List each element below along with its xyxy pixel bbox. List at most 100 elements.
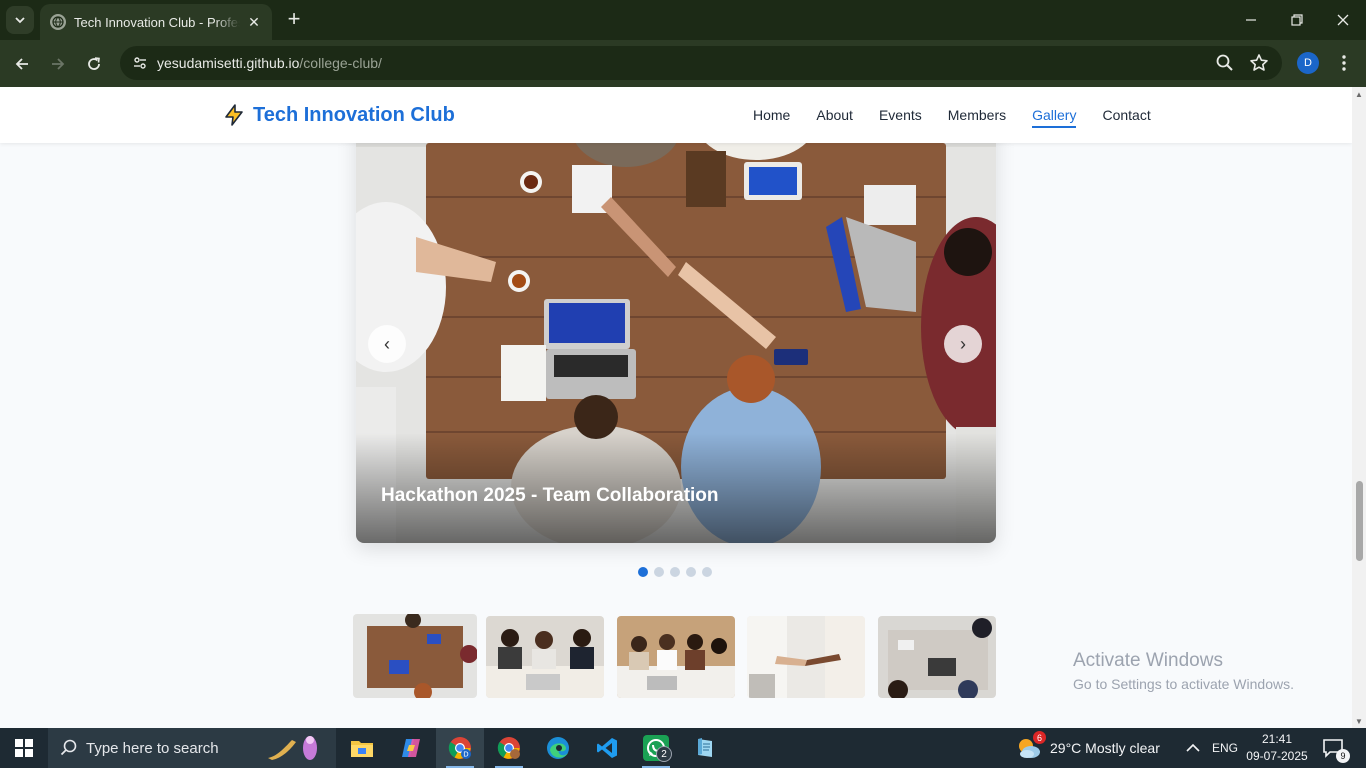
- carousel-dot[interactable]: [638, 567, 648, 577]
- taskbar-edge[interactable]: [534, 728, 582, 768]
- lightning-bolt-icon: [225, 104, 243, 126]
- zoom-icon[interactable]: [1214, 52, 1236, 74]
- browser-tab-strip: Tech Innovation Club - Professional ✕ +: [0, 0, 1366, 40]
- forward-button[interactable]: [44, 50, 72, 78]
- site-logo[interactable]: Tech Innovation Club: [222, 103, 455, 127]
- page-viewport: Tech Innovation Club Home About Events M…: [0, 87, 1352, 728]
- gallery-carousel: Hackathon 2025 - Team Collaboration ‹ ›: [356, 87, 996, 543]
- arrow-left-icon: [15, 58, 28, 70]
- carousel-caption: Hackathon 2025 - Team Collaboration: [356, 433, 996, 543]
- page-scrollbar[interactable]: ▲ ▼: [1352, 87, 1366, 728]
- site-navbar: Tech Innovation Club Home About Events M…: [0, 87, 1352, 143]
- arrow-right-icon: [52, 58, 65, 70]
- nav-contact[interactable]: Contact: [1102, 107, 1150, 123]
- weather-alert-badge: 6: [1033, 731, 1046, 744]
- nav-members[interactable]: Members: [948, 107, 1006, 123]
- new-tab-button[interactable]: +: [282, 8, 306, 32]
- copilot-icon: [402, 739, 420, 757]
- taskbar-vscode[interactable]: [583, 728, 631, 768]
- taskbar-copilot[interactable]: [387, 728, 435, 768]
- carousel-dot[interactable]: [702, 567, 712, 577]
- svg-text:D: D: [463, 751, 468, 759]
- taskbar-whatsapp[interactable]: 2: [632, 728, 680, 768]
- gallery-thumbnail[interactable]: [486, 616, 604, 698]
- windows-taskbar: Type here to search D 2 6 29°C Mostly cl…: [0, 728, 1366, 768]
- chrome-icon: [497, 737, 520, 759]
- reload-button[interactable]: [80, 50, 108, 78]
- carousel-indicators: [638, 567, 718, 577]
- nav-about[interactable]: About: [816, 107, 853, 123]
- windows-logo-icon: [15, 739, 33, 757]
- nav-gallery[interactable]: Gallery: [1032, 107, 1077, 128]
- weather-icon: 6: [1016, 731, 1046, 761]
- taskbar-clock[interactable]: 21:41 09-07-2025: [1240, 731, 1314, 765]
- address-bar[interactable]: yesudamisetti.github.io/college-club/: [120, 46, 1282, 80]
- activate-windows-watermark: Activate Windows Go to Settings to activ…: [1073, 650, 1294, 692]
- more-menu-icon[interactable]: [1334, 52, 1354, 74]
- nav-events[interactable]: Events: [879, 107, 922, 123]
- watermark-title: Activate Windows: [1073, 650, 1223, 671]
- taskbar-notes-app[interactable]: [681, 728, 729, 768]
- globe-icon: [50, 14, 66, 30]
- carousel-dot[interactable]: [686, 567, 696, 577]
- back-button[interactable]: [8, 50, 36, 78]
- restore-icon: [1291, 14, 1303, 26]
- carousel-next-button[interactable]: ›: [944, 325, 982, 363]
- folder-icon: [351, 741, 373, 757]
- url-text: yesudamisetti.github.io/college-club/: [157, 55, 382, 71]
- vscode-icon: [597, 738, 617, 758]
- taskbar-weather[interactable]: 6 29°C Mostly clear: [1016, 728, 1160, 768]
- site-info-icon[interactable]: [128, 51, 152, 75]
- nav-home[interactable]: Home: [753, 107, 790, 123]
- gallery-thumbnail[interactable]: [747, 616, 865, 698]
- gallery-thumbnail[interactable]: [617, 616, 735, 698]
- chevron-down-icon: [15, 17, 25, 24]
- browser-toolbar: yesudamisetti.github.io/college-club/ D: [0, 40, 1366, 87]
- nav-links: Home About Events Members Gallery Contac…: [740, 87, 1164, 143]
- whatsapp-unread-badge: 2: [656, 746, 672, 762]
- logo-text: Tech Innovation Club: [253, 103, 455, 126]
- start-button[interactable]: [0, 728, 48, 768]
- edge-icon: [547, 737, 569, 759]
- clock-time: 21:41: [1261, 732, 1293, 746]
- chrome-icon: D: [448, 737, 471, 759]
- search-highlight-decoration: [268, 736, 317, 760]
- scroll-down-icon[interactable]: ▼: [1355, 718, 1363, 726]
- notepad-icon: [698, 738, 712, 757]
- restore-button[interactable]: [1274, 0, 1320, 40]
- chevron-up-icon: [1186, 743, 1200, 752]
- language-indicator[interactable]: ENG: [1212, 728, 1238, 768]
- taskbar-chrome-active[interactable]: D: [436, 728, 484, 768]
- profile-avatar[interactable]: D: [1297, 52, 1319, 74]
- notification-center-button[interactable]: 9: [1322, 738, 1350, 763]
- taskbar-search-box[interactable]: Type here to search: [48, 728, 336, 768]
- close-icon: [1337, 14, 1349, 26]
- carousel-dot[interactable]: [670, 567, 680, 577]
- watermark-subtitle: Go to Settings to activate Windows.: [1073, 676, 1294, 692]
- carousel-caption-text: Hackathon 2025 - Team Collaboration: [381, 485, 719, 506]
- carousel-dot[interactable]: [654, 567, 664, 577]
- browser-tab[interactable]: Tech Innovation Club - Professional ✕: [40, 4, 272, 40]
- taskbar-file-explorer[interactable]: [338, 728, 386, 768]
- minimize-icon: [1246, 19, 1256, 21]
- url-path: /college-club/: [299, 55, 382, 71]
- reload-icon: [88, 57, 100, 70]
- minimize-button[interactable]: [1228, 0, 1274, 40]
- gallery-thumbnail[interactable]: [353, 614, 477, 698]
- tray-overflow-button[interactable]: [1186, 728, 1200, 768]
- notification-count-badge: 9: [1336, 749, 1350, 763]
- tab-search-button[interactable]: [6, 6, 34, 34]
- bookmark-star-icon[interactable]: [1248, 52, 1270, 74]
- carousel-prev-button[interactable]: ‹: [368, 325, 406, 363]
- close-window-button[interactable]: [1320, 0, 1366, 40]
- clock-date: 09-07-2025: [1246, 749, 1308, 763]
- weather-text: 29°C Mostly clear: [1050, 740, 1160, 756]
- taskbar-chrome-profile[interactable]: [485, 728, 533, 768]
- close-tab-icon[interactable]: ✕: [246, 14, 262, 30]
- gallery-thumbnail[interactable]: [878, 616, 996, 698]
- search-icon: [60, 739, 77, 756]
- url-host: yesudamisetti.github.io: [157, 55, 300, 71]
- scroll-up-icon[interactable]: ▲: [1355, 91, 1363, 99]
- scrollbar-thumb[interactable]: [1356, 481, 1363, 561]
- search-placeholder: Type here to search: [86, 739, 219, 757]
